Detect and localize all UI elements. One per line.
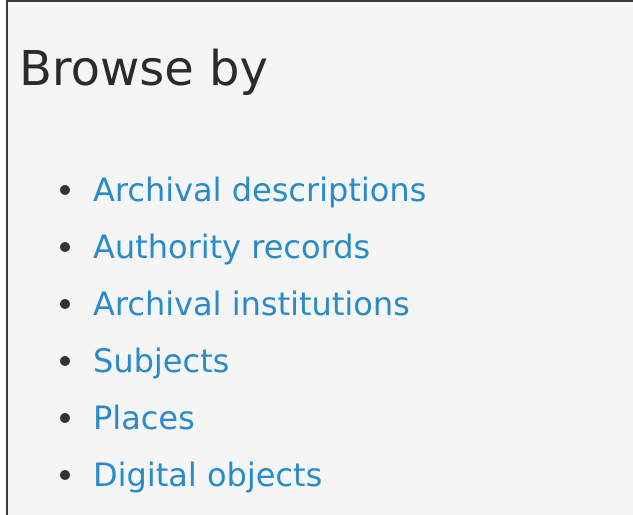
browse-by-list: Archival descriptions Authority records … xyxy=(60,168,426,510)
list-item-archival-institutions: Archival institutions xyxy=(60,282,426,339)
authority-records-link[interactable]: Authority records xyxy=(93,225,370,269)
bullet-icon xyxy=(60,470,70,480)
bullet-icon xyxy=(60,185,70,195)
bullet-icon xyxy=(60,299,70,309)
browse-by-panel: Browse by Archival descriptions Authorit… xyxy=(6,0,633,515)
digital-objects-link[interactable]: Digital objects xyxy=(93,453,322,497)
list-item-authority-records: Authority records xyxy=(60,225,426,282)
list-item-subjects: Subjects xyxy=(60,339,426,396)
archival-descriptions-link[interactable]: Archival descriptions xyxy=(93,168,426,212)
bullet-icon xyxy=(60,413,70,423)
bullet-icon xyxy=(60,242,70,252)
list-item-archival-descriptions: Archival descriptions xyxy=(60,168,426,225)
places-link[interactable]: Places xyxy=(93,396,195,440)
bullet-icon xyxy=(60,356,70,366)
list-item-digital-objects: Digital objects xyxy=(60,453,426,510)
subjects-link[interactable]: Subjects xyxy=(93,339,229,383)
browse-by-heading: Browse by xyxy=(19,41,268,97)
archival-institutions-link[interactable]: Archival institutions xyxy=(93,282,410,326)
list-item-places: Places xyxy=(60,396,426,453)
